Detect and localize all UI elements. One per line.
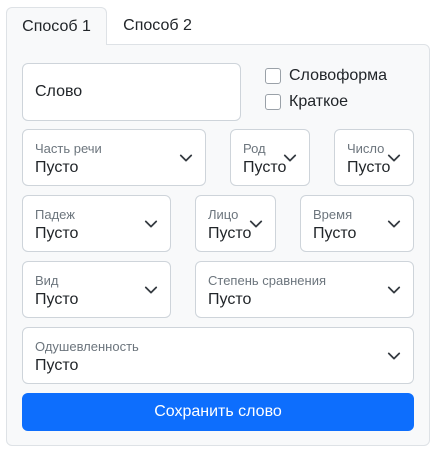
person-label: Лицо [208, 207, 239, 222]
wordform-checkbox-label: Словоформа [289, 67, 388, 84]
save-word-button[interactable]: Сохранить слово [22, 393, 414, 431]
animacy-label: Одушевленность [35, 339, 139, 354]
gender-select[interactable]: Род Пусто [230, 129, 310, 186]
aspect-select[interactable]: Вид Пусто [22, 261, 171, 318]
chevron-down-icon [144, 286, 158, 294]
animacy-value: Пусто [35, 357, 79, 374]
tense-label: Время [313, 207, 353, 222]
aspect-label: Вид [35, 273, 59, 288]
animacy-select[interactable]: Одушевленность Пусто [22, 327, 414, 384]
part-of-speech-value: Пусто [35, 159, 79, 176]
chevron-down-icon [387, 220, 401, 228]
degree-value: Пусто [208, 291, 252, 308]
number-select[interactable]: Число Пусто [334, 129, 414, 186]
case-value: Пусто [35, 225, 79, 242]
short-form-checkbox-box[interactable] [265, 94, 281, 110]
aspect-value: Пусто [35, 291, 79, 308]
chevron-down-icon [387, 286, 401, 294]
chevron-down-icon [179, 154, 193, 162]
short-form-checkbox-label: Краткое [289, 93, 349, 110]
tense-value: Пусто [313, 225, 357, 242]
wordform-checkbox-box[interactable] [265, 68, 281, 84]
number-label: Число [347, 141, 385, 156]
short-form-checkbox[interactable]: Краткое [265, 93, 348, 111]
degree-select[interactable]: Степень сравнения Пусто [195, 261, 414, 318]
case-label: Падеж [35, 207, 75, 222]
tense-select[interactable]: Время Пусто [300, 195, 414, 252]
chevron-down-icon [387, 352, 401, 360]
part-of-speech-select[interactable]: Часть речи Пусто [22, 129, 206, 186]
word-input[interactable] [22, 63, 241, 121]
case-select[interactable]: Падеж Пусто [22, 195, 171, 252]
chevron-down-icon [283, 154, 297, 162]
chevron-down-icon [249, 220, 263, 228]
part-of-speech-label: Часть речи [35, 141, 102, 156]
tab-method-1[interactable]: Способ 1 [6, 7, 107, 45]
chevron-down-icon [387, 154, 401, 162]
tab-method-2[interactable]: Способ 2 [112, 7, 203, 45]
degree-label: Степень сравнения [208, 273, 327, 288]
number-value: Пусто [347, 159, 391, 176]
person-select[interactable]: Лицо Пусто [195, 195, 276, 252]
gender-label: Род [243, 141, 266, 156]
chevron-down-icon [144, 220, 158, 228]
wordform-checkbox[interactable]: Словоформа [265, 67, 387, 85]
person-value: Пусто [208, 225, 252, 242]
gender-value: Пусто [243, 159, 287, 176]
